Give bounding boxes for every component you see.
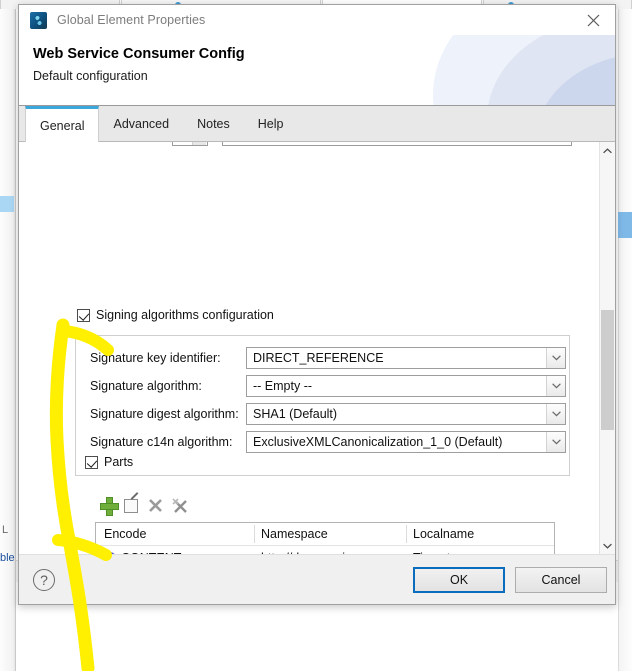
signature-c14n-algorithm-label: Signature c14n algorithm: — [90, 435, 233, 449]
background-right-panel — [618, 9, 632, 671]
ok-button[interactable]: OK — [413, 567, 505, 593]
signature-c14n-algorithm-select[interactable]: ExclusiveXMLCanonicalization_1_0 (Defaul… — [246, 431, 566, 453]
signing-algorithms-group: Signature key identifier: DIRECT_REFEREN… — [75, 335, 570, 476]
parts-table[interactable]: Encode Namespace Localname CONTENT — [95, 522, 555, 554]
tab-general[interactable]: General — [25, 106, 100, 142]
clipped-text-field[interactable] — [222, 142, 572, 146]
tab-notes-label: Notes — [197, 116, 230, 131]
content-scrollbar[interactable] — [599, 142, 615, 554]
scroll-up-icon[interactable] — [600, 142, 615, 159]
settings-scroll-area: Signing algorithms configuration Signatu… — [19, 142, 599, 554]
parts-table-header: Encode Namespace Localname — [96, 523, 554, 545]
parts-toolbar — [95, 492, 555, 518]
scrollbar-thumb[interactable] — [601, 310, 614, 430]
tab-advanced[interactable]: Advanced — [99, 106, 183, 141]
parts-label: Parts — [104, 455, 134, 469]
page-subtitle: Default configuration — [33, 69, 148, 83]
dialog-title: Global Element Properties — [57, 13, 206, 27]
background-right-selection — [618, 212, 632, 238]
background-left-selection — [0, 196, 14, 212]
header-divider — [96, 545, 554, 546]
signature-algorithm-value: -- Empty -- — [253, 379, 313, 393]
tab-general-label: General — [40, 118, 85, 133]
signature-key-identifier-select[interactable]: DIRECT_REFERENCE — [246, 347, 566, 369]
scroll-down-icon[interactable] — [600, 537, 615, 554]
signature-digest-algorithm-value: SHA1 (Default) — [253, 407, 338, 421]
dialog-tabbar: General Advanced Notes Help — [19, 106, 615, 142]
add-part-button[interactable] — [100, 496, 119, 516]
edit-part-button[interactable] — [124, 497, 141, 514]
delete-all-parts-button[interactable] — [172, 497, 189, 514]
field-signature-algorithm: Signature algorithm: -- Empty -- — [90, 375, 566, 397]
signature-digest-algorithm-label: Signature digest algorithm: — [90, 407, 239, 421]
signature-algorithm-select[interactable]: -- Empty -- — [246, 375, 566, 397]
parts-checkbox-row[interactable]: Parts — [85, 455, 133, 469]
signature-key-identifier-value: DIRECT_REFERENCE — [253, 351, 384, 365]
parts-checkbox[interactable] — [85, 455, 98, 469]
signature-c14n-algorithm-value: ExclusiveXMLCanonicalization_1_0 (Defaul… — [253, 435, 503, 449]
signing-algorithms-label: Signing algorithms configuration — [96, 308, 274, 322]
parts-panel: Encode Namespace Localname CONTENT — [95, 492, 555, 554]
dialog-content: Signing algorithms configuration Signatu… — [19, 142, 615, 554]
column-header-encode[interactable]: Encode — [96, 527, 254, 541]
background-left-panel — [0, 9, 16, 671]
close-icon[interactable] — [571, 5, 615, 35]
dialog-titlebar: Global Element Properties — [19, 5, 615, 35]
column-header-localname[interactable]: Localname — [406, 527, 554, 541]
signing-algorithms-checkbox[interactable] — [77, 308, 90, 322]
global-element-properties-dialog: Global Element Properties Web Service Co… — [18, 4, 616, 605]
mule-app-icon — [30, 11, 47, 29]
dialog-footer: ? OK Cancel — [19, 554, 615, 604]
background-text-fragment-top: L — [2, 524, 9, 536]
page-title: Web Service Consumer Config — [33, 46, 245, 62]
chevron-down-icon[interactable] — [546, 348, 565, 368]
dialog-header: Web Service Consumer Config Default conf… — [19, 35, 615, 106]
tab-notes[interactable]: Notes — [183, 106, 244, 141]
column-header-namespace[interactable]: Namespace — [254, 527, 406, 541]
clipped-spinner[interactable] — [172, 142, 208, 146]
header-text-block: Web Service Consumer Config Default conf… — [19, 35, 615, 83]
field-signature-digest-algorithm: Signature digest algorithm: SHA1 (Defaul… — [90, 403, 566, 425]
tab-help-label: Help — [257, 116, 284, 131]
help-icon[interactable]: ? — [33, 569, 55, 591]
chevron-down-icon[interactable] — [546, 432, 565, 452]
field-signature-key-identifier: Signature key identifier: DIRECT_REFEREN… — [90, 347, 566, 369]
column-divider-1[interactable] — [254, 525, 255, 543]
field-signature-c14n-algorithm: Signature c14n algorithm: ExclusiveXMLCa… — [90, 431, 566, 453]
background-text-fragment-bottom: ble — [0, 552, 15, 564]
chevron-down-icon[interactable] — [546, 376, 565, 396]
signature-key-identifier-label: Signature key identifier: — [90, 351, 221, 365]
delete-part-button[interactable] — [148, 497, 165, 514]
signature-algorithm-label: Signature algorithm: — [90, 379, 202, 393]
cancel-button[interactable]: Cancel — [515, 567, 607, 593]
signing-algorithms-checkbox-row[interactable]: Signing algorithms configuration — [77, 308, 274, 322]
signature-digest-algorithm-select[interactable]: SHA1 (Default) — [246, 403, 566, 425]
clipped-field-row — [19, 142, 599, 152]
tab-help[interactable]: Help — [244, 106, 298, 141]
tab-advanced-label: Advanced — [113, 116, 170, 131]
screen: L ble Global Element Properties Web Serv… — [0, 0, 632, 671]
column-divider-2[interactable] — [406, 525, 407, 543]
chevron-down-icon[interactable] — [546, 404, 565, 424]
background-bottom-panel — [16, 600, 632, 671]
